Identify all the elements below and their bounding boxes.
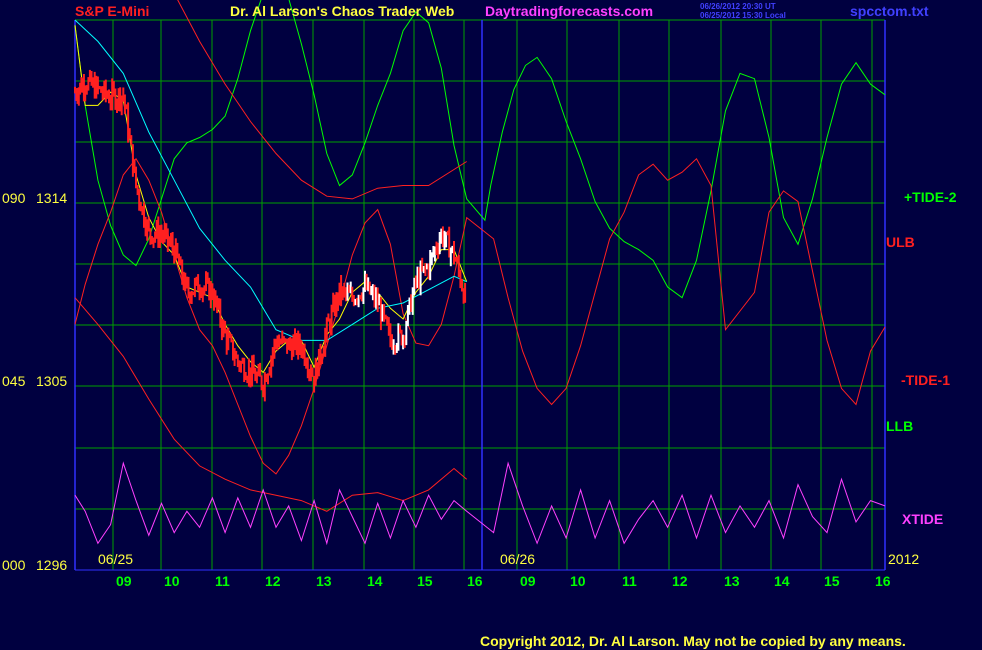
x-tick-3: 12 xyxy=(265,573,281,589)
date-label-1: 06/25 xyxy=(98,551,133,567)
x-tick-2: 11 xyxy=(215,573,230,589)
x-tick-7: 16 xyxy=(467,573,483,589)
x-tick-14: 15 xyxy=(824,573,840,589)
x-tick-10: 11 xyxy=(622,573,637,589)
site-link[interactable]: Daytradingforecasts.com xyxy=(485,3,653,19)
year-label: 2012 xyxy=(888,551,919,567)
local-time: 06/25/2012 15:30 Local xyxy=(700,11,786,20)
legend-llb: LLB xyxy=(886,418,913,434)
legend-xtide: XTIDE xyxy=(902,511,943,527)
x-tick-6: 15 xyxy=(417,573,433,589)
x-tick-11: 12 xyxy=(672,573,688,589)
x-tick-0: 09 xyxy=(116,573,132,589)
ylabel-price-1: 1314 xyxy=(36,190,67,206)
chaos-trader-chart: S&P E-Mini Dr. Al Larson's Chaos Trader … xyxy=(0,0,982,650)
copyright-notice: Copyright 2012, Dr. Al Larson. May not b… xyxy=(480,633,906,649)
file-name: spcctom.txt xyxy=(850,3,929,19)
x-tick-13: 14 xyxy=(774,573,790,589)
x-tick-15: 16 xyxy=(875,573,891,589)
legend-tide2: +TIDE-2 xyxy=(904,189,957,205)
legend-ulb: ULB xyxy=(886,234,915,250)
page-title: Dr. Al Larson's Chaos Trader Web xyxy=(230,3,454,19)
ylabel-code-1: 090 xyxy=(2,190,26,206)
x-tick-1: 10 xyxy=(164,573,180,589)
x-tick-5: 14 xyxy=(367,573,383,589)
x-tick-8: 09 xyxy=(520,573,536,589)
ut-time: 06/26/2012 20:30 UT xyxy=(700,2,776,11)
ylabel-code-3: 000 xyxy=(2,557,26,573)
x-tick-4: 13 xyxy=(316,573,332,589)
date-label-2: 06/26 xyxy=(500,551,535,567)
x-tick-12: 13 xyxy=(724,573,740,589)
ylabel-code-2: 045 xyxy=(2,373,26,389)
ylabel-price-3: 1296 xyxy=(36,557,67,573)
x-tick-9: 10 xyxy=(570,573,586,589)
symbol-title: S&P E-Mini xyxy=(75,3,149,19)
legend-tide1: -TIDE-1 xyxy=(901,372,950,388)
ylabel-price-2: 1305 xyxy=(36,373,67,389)
